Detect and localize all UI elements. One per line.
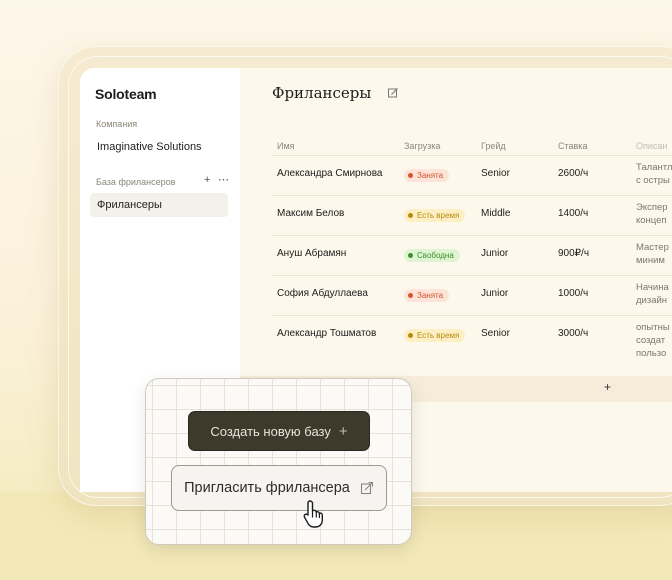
cell-name: Ануш Абрамян	[277, 248, 347, 259]
cell-description: Экспер концеп	[636, 202, 668, 226]
cell-rate: 1400/ч	[558, 208, 589, 219]
status-badge: Есть время	[404, 329, 466, 342]
table-row[interactable]: София Абдуллаева Занята Junior 1000/ч На…	[272, 275, 672, 316]
cell-grade: Senior	[481, 168, 510, 179]
invite-freelancer-button[interactable]: Пригласить фрилансера	[171, 465, 387, 511]
status-badge: Свободна	[404, 249, 460, 262]
cell-name: София Абдуллаева	[277, 288, 368, 299]
cell-description: Начина дизайн	[636, 282, 669, 306]
column-header-description: Описан	[636, 141, 668, 151]
cell-grade: Junior	[481, 288, 509, 299]
plus-icon: +	[338, 422, 348, 440]
cell-rate: 900₽/ч	[558, 248, 590, 259]
cell-grade: Junior	[481, 248, 509, 259]
cell-rate: 3000/ч	[558, 328, 589, 339]
table-row[interactable]: Александр Тошматов Есть время Senior 300…	[272, 315, 672, 372]
column-header-name: Имя	[277, 141, 295, 151]
scene: Soloteam Компания Imaginative Solutions …	[0, 0, 672, 580]
status-badge: Занята	[404, 289, 450, 302]
create-base-label: Создать новую базу	[210, 423, 331, 439]
column-header-rate: Ставка	[558, 141, 588, 151]
action-popup: Создать новую базу + Пригласить фрилансе…	[145, 378, 412, 545]
cell-description: Талантл с остры	[636, 162, 672, 186]
cell-grade: Senior	[481, 328, 510, 339]
more-icon[interactable]: ⋯	[218, 173, 229, 186]
cell-description: опытны создат пользо	[636, 322, 670, 359]
status-badge: Есть время	[404, 209, 466, 222]
column-header-load: Загрузка	[404, 141, 441, 151]
table-row[interactable]: Максим Белов Есть время Middle 1400/ч Эк…	[272, 195, 672, 236]
invite-freelancer-label: Пригласить фрилансера	[184, 480, 350, 496]
cell-description: Мастер миним	[636, 242, 669, 266]
cell-rate: 1000/ч	[558, 288, 589, 299]
company-label: Компания	[96, 119, 138, 129]
sidebar-item-freelancers[interactable]: Фрилансеры	[90, 193, 228, 217]
share-icon	[360, 481, 373, 495]
hand-cursor-icon	[303, 500, 323, 528]
company-name[interactable]: Imaginative Solutions	[97, 141, 202, 153]
plus-icon[interactable]: +	[204, 174, 210, 186]
cell-name: Максим Белов	[277, 208, 345, 219]
cell-name: Александра Смирнова	[277, 168, 383, 179]
bases-label: База фрилансеров	[96, 177, 176, 187]
table-row[interactable]: Александра Смирнова Занята Senior 2600/ч…	[272, 155, 672, 196]
brand-logo: Soloteam	[95, 86, 157, 102]
column-header-grade: Грейд	[481, 141, 506, 151]
edit-icon[interactable]	[387, 87, 399, 99]
page-title: Фрилансеры	[272, 84, 372, 102]
table-row[interactable]: Ануш Абрамян Свободна Junior 900₽/ч Маст…	[272, 235, 672, 276]
sidebar-item-label: Фрилансеры	[97, 199, 162, 211]
create-base-button[interactable]: Создать новую базу +	[188, 411, 370, 451]
add-row-icon[interactable]: +	[604, 380, 611, 394]
cell-grade: Middle	[481, 208, 511, 219]
cell-name: Александр Тошматов	[277, 328, 377, 339]
cell-rate: 2600/ч	[558, 168, 589, 179]
status-badge: Занята	[404, 169, 450, 182]
